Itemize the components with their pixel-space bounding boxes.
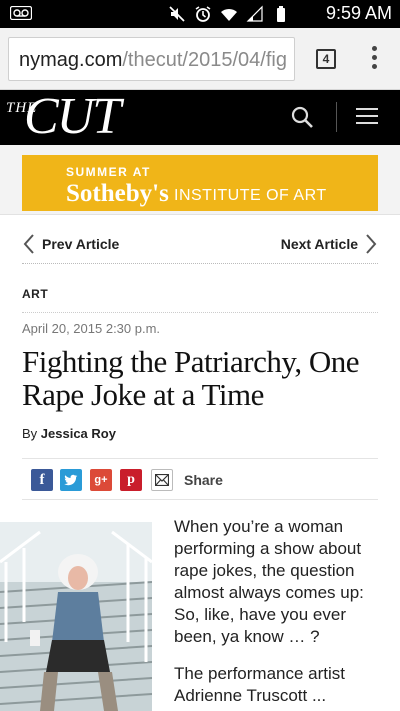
wifi-icon	[221, 8, 237, 21]
pinterest-icon: p	[127, 472, 135, 487]
google-plus-share-button[interactable]: g+	[90, 469, 112, 491]
article-navigation: Prev Article Next Article	[22, 228, 378, 264]
article-date: April 20, 2015 2:30 p.m.	[22, 321, 161, 336]
prev-article-label: Prev Article	[42, 236, 120, 252]
ad-line1: SUMMER AT	[66, 165, 151, 179]
pinterest-share-button[interactable]: p	[120, 469, 142, 491]
google-plus-icon: g+	[94, 474, 108, 486]
twitter-icon	[64, 474, 78, 486]
chevron-right-icon	[366, 234, 377, 254]
address-bar[interactable]: nymag.com/thecut/2015/04/fig	[8, 37, 295, 81]
email-share-button[interactable]	[151, 469, 173, 491]
alarm-icon	[195, 6, 211, 22]
the-cut-logo[interactable]: THE CUT	[6, 90, 146, 144]
dot-icon	[371, 55, 377, 60]
ad-institute: INSTITUTE OF ART	[174, 187, 327, 204]
ad-container: SUMMER AT Sotheby's INSTITUTE OF ART	[0, 145, 400, 215]
dot-icon	[371, 46, 377, 51]
clock: 9:59 AM	[325, 3, 392, 23]
status-bar: 9:59 AM	[0, 0, 400, 28]
battery-icon	[277, 6, 285, 22]
facebook-icon: f	[39, 472, 45, 488]
dot-icon	[371, 64, 377, 69]
next-article-label: Next Article	[280, 236, 358, 252]
article-headline: Fighting the Patriarchy, One Rape Joke a…	[22, 344, 359, 412]
article-photo	[0, 522, 152, 711]
header-divider	[336, 102, 337, 132]
mute-icon	[169, 6, 185, 22]
sothebys-ad-banner[interactable]: SUMMER AT Sotheby's INSTITUTE OF ART	[22, 155, 378, 211]
section-label[interactable]: ART	[22, 287, 48, 301]
share-bar: f g+ p Share	[22, 458, 378, 500]
share-label[interactable]: Share	[184, 472, 223, 488]
byline-prefix: By	[22, 426, 38, 441]
ad-brand: Sotheby's	[66, 180, 169, 207]
url-path: /thecut/2015/04/fig	[122, 49, 287, 71]
hamburger-menu-icon[interactable]	[356, 108, 378, 126]
article-body: When you’re a woman performing a show ab…	[174, 516, 384, 711]
next-article-link[interactable]: Next Article	[281, 232, 378, 256]
signal-icon	[246, 5, 263, 22]
logo-cut: CUT	[24, 88, 121, 145]
chevron-left-icon	[23, 234, 34, 254]
email-icon	[154, 473, 170, 487]
url-text: nymag.com/thecut/2015/04/fig	[19, 48, 287, 72]
twitter-share-button[interactable]	[60, 469, 82, 491]
prev-article-link[interactable]: Prev Article	[22, 232, 119, 256]
voicemail-icon	[10, 6, 32, 20]
paragraph: When you’re a woman performing a show ab…	[174, 517, 364, 646]
browser-menu-button[interactable]	[366, 46, 382, 72]
site-header: THE CUT	[0, 90, 400, 145]
author-link[interactable]: Jessica Roy	[41, 426, 116, 441]
byline: By Jessica Roy	[22, 426, 116, 441]
section-divider	[22, 312, 378, 313]
paragraph: The performance artist Adrienne Truscott…	[174, 664, 346, 705]
tab-switcher-button[interactable]: 4	[316, 49, 336, 69]
facebook-share-button[interactable]: f	[31, 469, 53, 491]
url-host: nymag.com	[19, 49, 123, 71]
browser-toolbar: nymag.com/thecut/2015/04/fig 4	[0, 28, 400, 90]
search-icon[interactable]	[290, 105, 314, 129]
